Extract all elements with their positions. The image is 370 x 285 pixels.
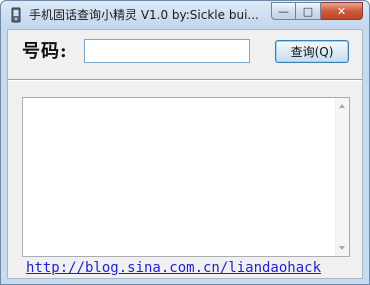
window-title: 手机固话查询小精灵 V1.0 by:Sickle bui... <box>29 8 259 22</box>
maximize-button[interactable]: □ <box>296 2 321 20</box>
minimize-icon: — <box>278 4 289 18</box>
phone-number-input[interactable] <box>84 39 250 63</box>
app-window: 手机固话查询小精灵 V1.0 by:Sickle bui... — □ ✕ 号码… <box>0 0 370 285</box>
close-icon: ✕ <box>336 4 347 18</box>
blog-link[interactable]: http://blog.sina.com.cn/liandaohack <box>26 260 321 276</box>
separator-line <box>8 79 362 81</box>
phone-label: 号码: <box>22 41 68 62</box>
scroll-down-icon[interactable] <box>339 246 345 250</box>
scroll-up-icon[interactable] <box>339 104 345 108</box>
app-icon <box>11 7 21 23</box>
query-button[interactable]: 查询(Q) <box>275 40 349 63</box>
caption-buttons: — □ ✕ <box>271 2 363 21</box>
minimize-button[interactable]: — <box>271 2 296 20</box>
title-bar[interactable]: 手机固话查询小精灵 V1.0 by:Sickle bui... — □ ✕ <box>1 1 369 28</box>
close-button[interactable]: ✕ <box>321 2 363 20</box>
maximize-icon: □ <box>302 4 314 18</box>
vertical-scrollbar[interactable] <box>335 98 349 256</box>
result-textarea[interactable] <box>22 97 350 257</box>
client-area: 号码: 查询(Q) http://blog.sina.com.cn/lianda… <box>7 29 363 279</box>
